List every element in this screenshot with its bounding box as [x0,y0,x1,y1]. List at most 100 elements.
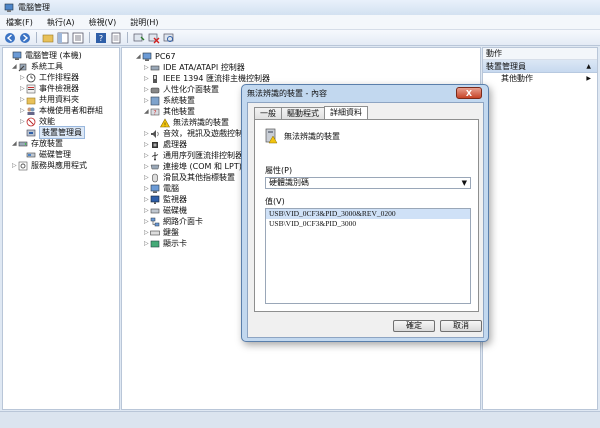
property-select-value: 硬體識別碼 [269,178,309,187]
tree-item-label: 顯示卡 [163,239,187,248]
action-more-actions[interactable]: 其他動作 ▶ [483,73,597,85]
device-category-keyboards[interactable]: ▷ 鍵盤 [144,227,179,238]
menu-action[interactable]: 執行(A) [47,17,75,28]
property-label: 屬性(P) [265,166,293,175]
computer-icon [12,51,22,60]
tree-item-label: IEEE 1394 匯流排主機控制器 [163,74,270,83]
device-header: 無法辨識的裝置 [264,128,340,144]
back-arrow-icon[interactable] [4,32,16,44]
ok-button[interactable]: 確定 [393,320,435,332]
device-category-hid[interactable]: ▷ 人性化介面裝置 [144,84,219,95]
tree-item-label: 音效，視訊及遊戲控制器 [163,129,251,138]
uninstall-icon[interactable] [148,32,160,44]
tree-item-storage[interactable]: ◢ 存放裝置 [12,138,63,149]
tree-item-label: 磁碟管理 [39,150,71,159]
menu-view[interactable]: 檢視(V) [89,17,117,28]
list-view-icon[interactable] [72,32,84,44]
device-category-display[interactable]: ▷ 顯示卡 [144,238,187,249]
toolbar-separator [89,32,90,43]
scan-hardware-icon[interactable] [163,32,175,44]
tree-item-label: 人性化介面裝置 [163,85,219,94]
system-devices-icon [150,96,160,105]
tab-driver[interactable]: 驅動程式 [281,107,325,119]
value-item[interactable]: USB\VID_0CF3&PID_3000 [266,219,470,229]
device-category-ports[interactable]: ▷ 連接埠 (COM 和 LPT) [144,161,242,172]
other-devices-icon: ? [150,108,160,116]
perf-icon [26,117,36,126]
cancel-button[interactable]: 取消 [440,320,482,332]
computer-icon [150,184,160,193]
warning-icon: ! [160,117,170,128]
tree-item-label: 事件檢視器 [39,84,79,93]
disk-icon [26,152,36,157]
collapse-arrow-icon[interactable]: ▲ [586,60,591,72]
value-label: 值(V) [265,197,285,206]
tree-item-label: 服務與應用程式 [31,161,87,170]
property-select[interactable]: 硬體識別碼 ▼ [265,177,471,189]
tree-item-shared-folders[interactable]: ▷ 共用資料夾 [20,94,79,105]
keyboard-icon [150,230,160,235]
device-category-mouse[interactable]: ▷ 滑鼠及其他指標裝置 [144,172,235,183]
tree-item-event-viewer[interactable]: ▷ 事件檢視器 [20,83,79,94]
device-category-processor[interactable]: ▷ 處理器 [144,139,187,150]
forward-arrow-icon[interactable] [19,32,31,44]
display-adapter-icon [150,240,160,247]
device-category-usb[interactable]: ▷ 通用序列匯流排控制器 [144,150,243,161]
tools-icon [18,63,27,71]
tab-general[interactable]: 一般 [254,107,282,119]
update-driver-icon[interactable] [133,32,145,44]
console-tree-pane: 電腦管理 (本機) ◢ 系統工具 ▷ 工作排程器 ▷ 事件檢視器 ▷ 共用資料夾… [2,47,120,410]
actions-section-device-manager[interactable]: 裝置管理員 ▲ [483,60,597,73]
help-icon[interactable]: ? [95,32,107,44]
tree-item-label: 連接埠 (COM 和 LPT) [163,162,242,171]
tab-details[interactable]: 詳細資料 [324,106,368,119]
toolbar-separator [127,32,128,43]
tree-item-device-manager[interactable]: 裝置管理員 [20,126,85,139]
device-category-ieee1394[interactable]: ▷ IEEE 1394 匯流排主機控制器 [144,73,270,84]
show-hide-tree-icon[interactable] [57,32,69,44]
cpu-icon [152,141,158,148]
dialog-close-button[interactable]: X [456,87,482,99]
device-unknown[interactable]: ! 無法辨識的裝置 [154,117,229,128]
dialog-title: 無法辨識的裝置 - 內容 [247,89,327,98]
tree-item-services-apps[interactable]: ▷ 服務與應用程式 [12,160,87,171]
device-category-monitors[interactable]: ▷ 監視器 [144,194,187,205]
device-category-other[interactable]: ◢ ? 其他裝置 [144,106,195,117]
device-category-ide[interactable]: ▷ IDE ATA/ATAPI 控制器 [144,62,245,73]
device-category-computer[interactable]: ▷ 電腦 [144,183,179,194]
monitor-icon [150,195,160,204]
tree-item-label: 系統裝置 [163,96,195,105]
clock-icon [26,73,36,82]
usb-icon [151,151,159,160]
tree-item-task-scheduler[interactable]: ▷ 工作排程器 [20,72,79,83]
device-category-network[interactable]: ▷ 網路介面卡 [144,216,203,227]
value-item[interactable]: USB\VID_0CF3&PID_3000&REV_0200 [266,209,470,219]
svg-text:!: ! [164,122,166,128]
device-node-pc67[interactable]: ◢ PC67 [136,51,176,62]
menu-help[interactable]: 說明(H) [130,17,158,28]
toolbar-separator [36,32,37,43]
services-icon [18,161,28,170]
tree-item-label: 系統工具 [31,62,63,71]
tree-item-disk-management[interactable]: 磁碟管理 [20,149,71,160]
actions-pane: 動作 裝置管理員 ▲ 其他動作 ▶ [482,47,598,410]
tree-item-local-users-groups[interactable]: ▷ 本機使用者和群組 [20,105,103,116]
port-icon [150,164,160,169]
device-category-system[interactable]: ▷ 系統裝置 [144,95,195,106]
tree-item-system-tools[interactable]: ◢ 系統工具 [12,61,63,72]
chevron-down-icon[interactable]: ▼ [462,178,467,188]
folder-icon [26,97,36,104]
status-bar [0,411,600,428]
up-folder-icon[interactable] [42,32,54,44]
tree-item-label: 滑鼠及其他指標裝置 [163,173,235,182]
value-list[interactable]: USB\VID_0CF3&PID_3000&REV_0200 USB\VID_0… [265,208,471,304]
tree-item-computer-management[interactable]: 電腦管理 (本機) [6,50,82,61]
device-category-disk-drives[interactable]: ▷ 磁碟機 [144,205,187,216]
sound-icon [151,129,159,138]
device-category-sound[interactable]: ▷ 音效，視訊及遊戲控制器 [144,128,251,139]
tree-item-label: 其他裝置 [163,107,195,116]
toolbar: ? [0,30,600,46]
menu-file[interactable]: 檔案(F) [6,17,33,28]
tree-item-label: 鍵盤 [163,228,179,237]
properties-icon[interactable] [110,32,122,44]
